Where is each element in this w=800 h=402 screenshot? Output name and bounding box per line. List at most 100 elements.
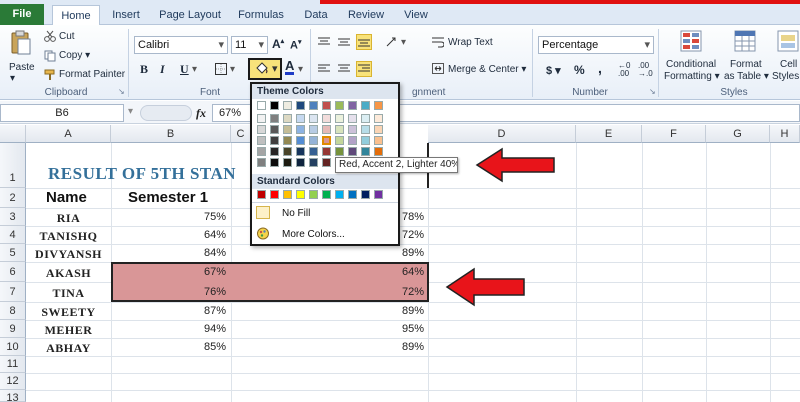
shrink-font-icon[interactable]: A▾ — [290, 38, 301, 52]
theme-shade-swatch[interactable] — [257, 136, 266, 145]
align-top-icon[interactable] — [318, 37, 330, 47]
percent-button[interactable]: % — [574, 63, 585, 77]
theme-shade-swatch[interactable] — [270, 158, 279, 167]
underline-button[interactable]: U — [180, 62, 189, 77]
theme-shade-swatch[interactable] — [361, 125, 370, 134]
cut-button[interactable]: Cut — [59, 31, 75, 42]
row-header-13[interactable]: 13 — [0, 390, 26, 402]
name-cell[interactable]: TANISHQ — [26, 229, 111, 244]
semester-1-cell[interactable]: 67% — [111, 266, 226, 278]
hovered-color-swatch[interactable] — [322, 136, 331, 145]
row-header-12[interactable]: 12 — [0, 373, 26, 390]
theme-shade-swatch[interactable] — [283, 114, 292, 123]
comma-button[interactable]: , — [598, 60, 602, 76]
theme-shade-swatch[interactable] — [309, 158, 318, 167]
standard-color-swatch[interactable] — [374, 190, 383, 199]
semester-1-cell[interactable]: 94% — [111, 323, 226, 335]
theme-shade-swatch[interactable] — [270, 114, 279, 123]
merge-center-button[interactable]: Merge & Center ▾ — [448, 64, 526, 75]
semester-1-cell[interactable]: 87% — [111, 305, 226, 317]
row-header-11[interactable]: 11 — [0, 356, 26, 373]
align-left-icon[interactable] — [318, 64, 330, 74]
name-cell[interactable]: MEHER — [26, 323, 111, 338]
standard-color-swatch[interactable] — [296, 190, 305, 199]
column-header-d[interactable]: D — [428, 125, 576, 143]
cell-styles-button[interactable]: Cell — [780, 59, 797, 70]
borders-icon[interactable] — [215, 63, 227, 75]
theme-shade-swatch[interactable] — [335, 136, 344, 145]
theme-shade-swatch[interactable] — [309, 136, 318, 145]
standard-color-swatch[interactable] — [348, 190, 357, 199]
standard-color-swatch[interactable] — [322, 190, 331, 199]
currency-button[interactable]: $ ▾ — [546, 64, 561, 77]
theme-shade-swatch[interactable] — [348, 136, 357, 145]
wrap-text-button[interactable]: Wrap Text — [448, 37, 493, 48]
font-size-select[interactable]: 11 ▾ — [231, 36, 268, 54]
font-color-dropdown-icon[interactable]: ▾ — [298, 64, 303, 75]
paste-button[interactable]: Paste — [9, 62, 35, 73]
name-box-dropdown-icon[interactable]: ▾ — [128, 106, 133, 117]
tab-insert[interactable]: Insert — [106, 5, 146, 25]
standard-color-swatch[interactable] — [257, 190, 266, 199]
theme-shade-swatch[interactable] — [283, 136, 292, 145]
grow-font-icon[interactable]: A▴ — [272, 37, 284, 51]
select-all-corner[interactable] — [0, 125, 26, 143]
standard-color-swatch[interactable] — [283, 190, 292, 199]
theme-shade-swatch[interactable] — [335, 125, 344, 134]
theme-shade-swatch[interactable] — [335, 147, 344, 156]
underline-dropdown-icon[interactable]: ▾ — [192, 64, 197, 75]
orientation-icon[interactable] — [386, 37, 400, 47]
theme-shade-swatch[interactable] — [322, 125, 331, 134]
font-family-select[interactable]: Calibri ▾ — [134, 36, 228, 54]
number-format-select[interactable]: Percentage ▾ — [538, 36, 654, 54]
standard-color-swatch[interactable] — [309, 190, 318, 199]
column-header-h[interactable]: H — [770, 125, 800, 143]
semester-2-cell[interactable]: 72% — [380, 286, 424, 298]
theme-shade-swatch[interactable] — [322, 158, 331, 167]
semester-2-cell[interactable]: 89% — [380, 341, 424, 353]
name-cell[interactable]: SWEETY — [26, 305, 111, 320]
theme-shade-swatch[interactable] — [348, 125, 357, 134]
semester-1-cell[interactable]: 84% — [111, 247, 226, 259]
column-header-f[interactable]: F — [642, 125, 706, 143]
orientation-dropdown-icon[interactable]: ▾ — [401, 37, 406, 48]
theme-color-swatch[interactable] — [348, 101, 357, 110]
formula-bar-handle[interactable] — [140, 105, 192, 121]
bold-button[interactable]: B — [140, 62, 148, 77]
row-header-2[interactable]: 2 — [0, 188, 26, 208]
theme-shade-swatch[interactable] — [309, 147, 318, 156]
name-cell[interactable]: AKASH — [26, 266, 111, 281]
format-painter-button[interactable]: Format Painter — [59, 69, 125, 80]
theme-shade-swatch[interactable] — [296, 158, 305, 167]
tab-file[interactable]: File — [0, 4, 44, 25]
theme-shade-swatch[interactable] — [270, 125, 279, 134]
standard-color-swatch[interactable] — [361, 190, 370, 199]
standard-color-swatch[interactable] — [335, 190, 344, 199]
tab-data[interactable]: Data — [298, 5, 334, 25]
row-header-6[interactable]: 6 — [0, 262, 26, 282]
theme-shade-swatch[interactable] — [361, 136, 370, 145]
semester-1-cell[interactable]: 64% — [111, 229, 226, 241]
conditional-formatting-button[interactable]: Conditional — [666, 59, 716, 70]
theme-shade-swatch[interactable] — [283, 125, 292, 134]
align-middle-icon[interactable] — [338, 37, 350, 47]
tab-review[interactable]: Review — [344, 5, 388, 25]
semester-2-cell[interactable]: 95% — [380, 323, 424, 335]
theme-shade-swatch[interactable] — [374, 136, 383, 145]
theme-shade-swatch[interactable] — [257, 147, 266, 156]
theme-color-swatch[interactable] — [296, 101, 305, 110]
column-header-b[interactable]: B — [111, 125, 231, 143]
name-box[interactable]: B6 — [0, 104, 124, 122]
semester-1-cell[interactable]: 85% — [111, 341, 226, 353]
theme-shade-swatch[interactable] — [296, 136, 305, 145]
theme-shade-swatch[interactable] — [348, 147, 357, 156]
borders-dropdown-icon[interactable]: ▾ — [230, 64, 235, 75]
align-right-icon[interactable] — [356, 61, 372, 77]
tab-home[interactable]: Home — [52, 5, 100, 26]
name-cell[interactable]: RIA — [26, 211, 111, 226]
row-header-7[interactable]: 7 — [0, 282, 26, 302]
font-color-icon[interactable]: A — [285, 59, 295, 75]
row-header-4[interactable]: 4 — [0, 226, 26, 244]
theme-color-swatch[interactable] — [309, 101, 318, 110]
theme-shade-swatch[interactable] — [270, 147, 279, 156]
